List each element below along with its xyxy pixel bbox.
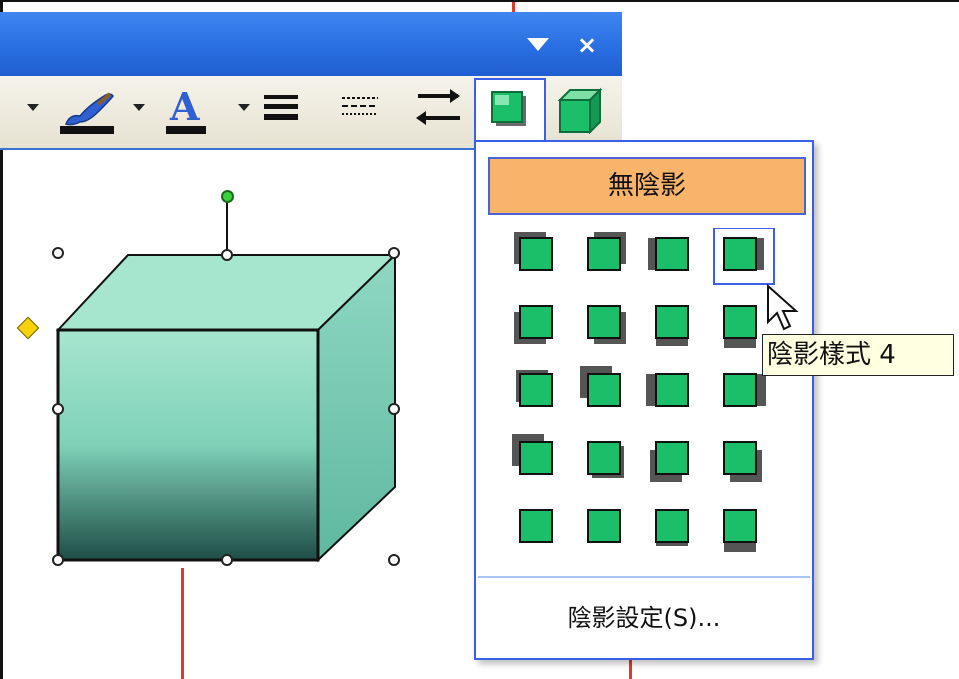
menu-divider xyxy=(478,576,810,578)
frame-top-border xyxy=(0,0,959,2)
shadow-style-option-7[interactable] xyxy=(655,305,689,346)
dropdown-arrow-icon[interactable] xyxy=(527,38,549,51)
rotation-handle[interactable] xyxy=(221,190,234,203)
shadow-style-option-1[interactable] xyxy=(514,232,553,271)
selection-handle[interactable] xyxy=(388,554,400,566)
font-color-button[interactable]: A xyxy=(164,84,208,136)
callout-line-shape xyxy=(181,568,184,679)
shadow-style-option-6[interactable] xyxy=(587,305,626,344)
shadow-style-option-8[interactable] xyxy=(723,305,757,348)
line-color-button[interactable] xyxy=(58,86,120,136)
shadow-style-option-20[interactable] xyxy=(723,509,757,552)
shadow-style-option-3[interactable] xyxy=(648,237,689,271)
selection-handle[interactable] xyxy=(52,247,64,259)
shadow-options-grid xyxy=(512,228,775,552)
dash-style-icon xyxy=(342,97,378,115)
cube-shape[interactable] xyxy=(30,185,410,575)
dash-style-button[interactable] xyxy=(340,92,380,122)
shadow-style-option-14[interactable] xyxy=(587,441,624,478)
paintbrush-icon xyxy=(60,92,114,134)
shadow-style-option-5[interactable] xyxy=(514,305,553,344)
shadow-style-option-4[interactable] xyxy=(713,228,775,285)
3d-cube-icon xyxy=(557,87,603,135)
selection-handle[interactable] xyxy=(388,247,400,259)
shadow-style-option-19[interactable] xyxy=(655,509,689,546)
shadow-style-option-2[interactable] xyxy=(587,232,626,271)
font-color-dropdown-icon[interactable] xyxy=(238,104,250,111)
selection-handle[interactable] xyxy=(388,403,400,415)
shadow-settings-button[interactable]: 陰影設定(S)... xyxy=(478,588,810,648)
no-shadow-button[interactable]: 無陰影 xyxy=(488,157,806,215)
tooltip: 陰影樣式 4 xyxy=(762,334,954,376)
svg-text:A: A xyxy=(169,84,200,129)
close-button[interactable]: × xyxy=(572,30,602,60)
3d-style-button[interactable] xyxy=(554,86,604,135)
line-style-button[interactable] xyxy=(262,92,300,122)
shadow-style-option-13[interactable] xyxy=(512,434,553,475)
shadow-style-option-12[interactable] xyxy=(723,373,766,407)
line-style-icon xyxy=(264,95,298,120)
arrow-style-button[interactable] xyxy=(414,86,464,130)
selection-handle[interactable] xyxy=(221,554,233,566)
mouse-cursor-icon xyxy=(766,283,800,332)
shadow-style-option-10[interactable] xyxy=(580,366,621,407)
line-color-dropdown-icon[interactable] xyxy=(133,104,145,111)
shadow-style-option-9[interactable] xyxy=(516,370,553,407)
shadow-style-option-16[interactable] xyxy=(723,441,762,482)
selection-handle[interactable] xyxy=(52,403,64,415)
selection-handle[interactable] xyxy=(221,249,233,261)
shadow-style-option-18[interactable] xyxy=(587,509,621,543)
shadow-cube-icon xyxy=(490,90,530,130)
shadow-style-option-15[interactable] xyxy=(650,441,689,482)
fill-color-dropdown-icon[interactable] xyxy=(27,104,39,111)
selection-handle[interactable] xyxy=(52,554,64,566)
shadow-style-option-11[interactable] xyxy=(646,373,689,407)
arrow-style-icon xyxy=(416,89,460,125)
font-color-a-icon: A xyxy=(166,84,206,134)
shadow-style-option-17[interactable] xyxy=(519,509,553,543)
